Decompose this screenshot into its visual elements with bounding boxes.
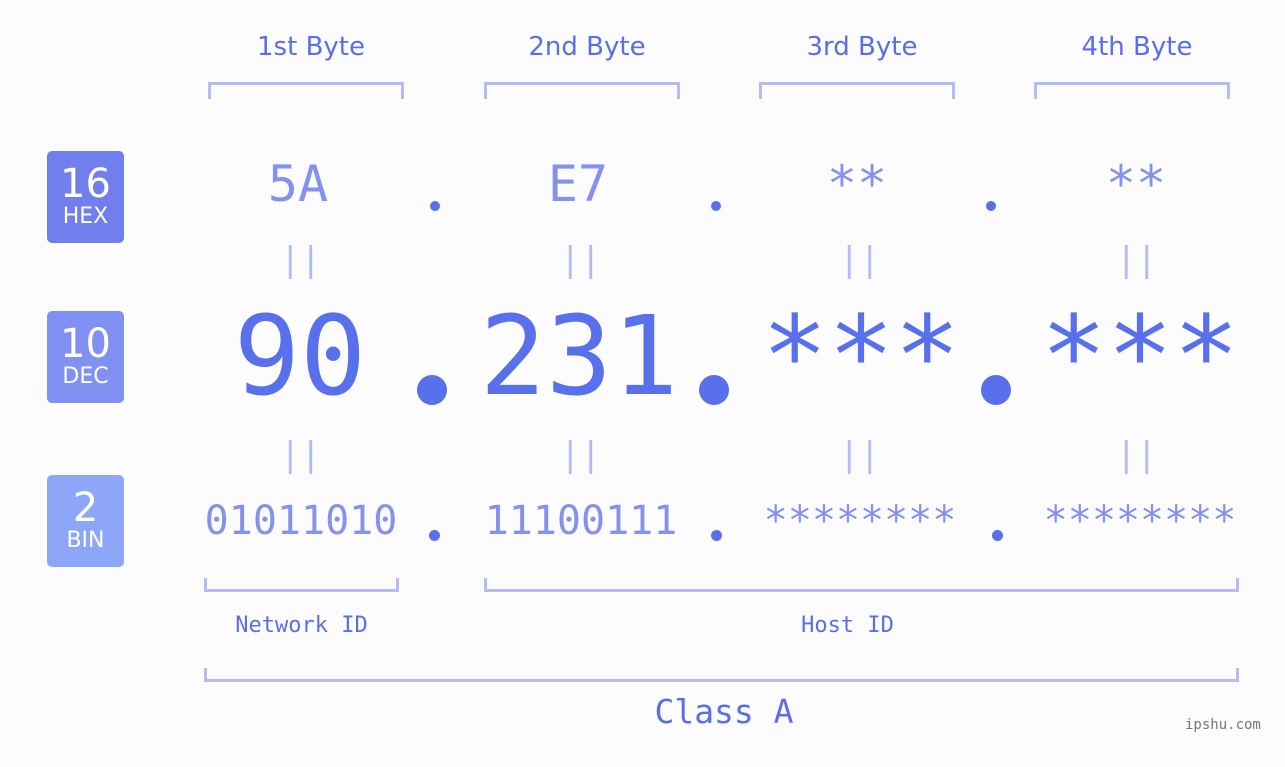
network-id-label: Network ID [235,613,368,638]
dec-separator-dot [417,375,447,405]
equals-sign: || [1116,435,1157,475]
host-id-label: Host ID [801,613,894,638]
byte-header-1: 1st Byte [257,32,365,62]
bin-badge: 2 BIN [47,475,124,567]
equals-sign: || [280,240,321,280]
hex-byte-2: E7 [547,155,609,213]
host-id-bracket [484,578,1239,592]
hex-base-label: HEX [62,204,109,229]
byte-header-3: 3rd Byte [806,32,918,62]
bin-byte-2: 11100111 [484,498,678,544]
dec-base-label: DEC [62,364,109,389]
class-label: Class A [654,692,794,731]
bin-separator-dot [711,530,722,541]
byte-bracket-4 [1034,82,1230,99]
network-id-bracket [204,578,399,592]
hex-separator-dot [986,201,996,211]
dec-badge: 10 DEC [47,311,124,403]
dec-separator-dot [981,375,1011,405]
bin-byte-4: ******** [1043,498,1237,544]
equals-sign: || [560,240,601,280]
equals-sign: || [839,240,880,280]
dec-byte-4: *** [1040,292,1240,420]
equals-sign: || [1116,240,1157,280]
byte-header-2: 2nd Byte [528,32,646,62]
bin-base-number: 2 [72,485,99,531]
hex-byte-3: ** [826,155,888,213]
dec-separator-dot [699,375,729,405]
byte-bracket-1 [208,82,404,99]
equals-sign: || [560,435,601,475]
bin-separator-dot [992,530,1003,541]
hex-byte-1: 5A [267,155,329,213]
equals-sign: || [839,435,880,475]
byte-bracket-3 [759,82,955,99]
dec-byte-1: 90 [233,292,367,420]
hex-byte-4: ** [1105,155,1167,213]
hex-base-number: 16 [60,161,111,207]
watermark: ipshu.com [1185,717,1261,733]
bin-byte-1: 01011010 [204,498,398,544]
hex-separator-dot [430,201,440,211]
bin-byte-3: ******** [763,498,957,544]
byte-bracket-2 [484,82,680,99]
bin-base-label: BIN [66,528,105,553]
hex-badge: 16 HEX [47,151,124,243]
dec-byte-3: *** [761,292,961,420]
byte-header-4: 4th Byte [1081,32,1193,62]
class-bracket [204,668,1239,682]
dec-byte-2: 231 [479,292,679,420]
equals-sign: || [280,435,321,475]
bin-separator-dot [429,530,440,541]
hex-separator-dot [711,201,721,211]
dec-base-number: 10 [60,321,111,367]
